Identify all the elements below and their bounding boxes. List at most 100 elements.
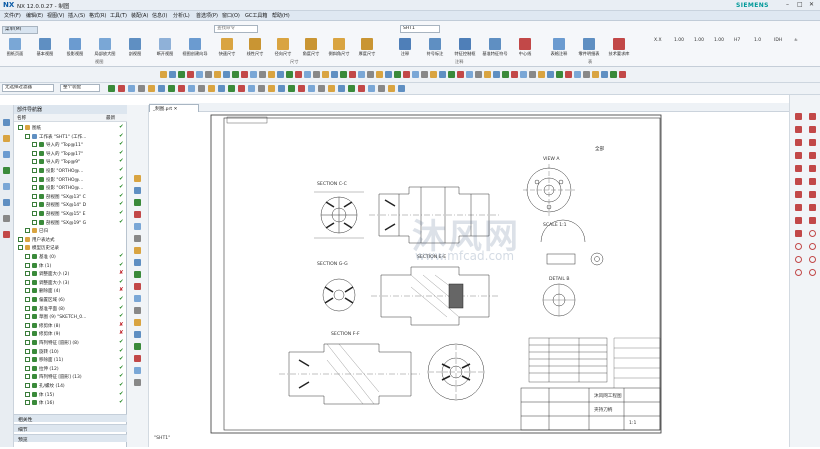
- toolbar-tool-icon[interactable]: [322, 71, 329, 78]
- ribbon-btn-parts-list[interactable]: 零件明细表: [576, 38, 602, 56]
- snap-tool-icon[interactable]: [388, 85, 395, 92]
- ribbon-btn-view-wizard[interactable]: 视图创建向导: [182, 38, 208, 56]
- navigator-item[interactable]: 图纸 ✔: [14, 124, 127, 132]
- navigator-item[interactable]: 基准平面 (8) ✔: [14, 305, 127, 313]
- ribbon-btn-table[interactable]: 表格注释: [546, 38, 572, 56]
- curve-tool-icon[interactable]: [795, 256, 802, 263]
- visibility-checkbox[interactable]: [25, 331, 30, 337]
- side-tool-icon[interactable]: [134, 307, 141, 314]
- command-search-input[interactable]: 查找命令: [214, 25, 258, 33]
- toolbar-tool-icon[interactable]: [466, 71, 473, 78]
- side-tool-icon[interactable]: [134, 367, 141, 374]
- curve-tool-icon[interactable]: [795, 178, 802, 185]
- navigator-item[interactable]: 工作表 "SHT1" (工作... ✔: [14, 133, 127, 141]
- toolbar-tool-icon[interactable]: [304, 71, 311, 78]
- ribbon-btn-projected-view[interactable]: 投影视图: [62, 38, 88, 56]
- snap-tool-icon[interactable]: [218, 85, 225, 92]
- toolbar-tool-icon[interactable]: [187, 71, 194, 78]
- visibility-checkbox[interactable]: [32, 193, 37, 199]
- snap-tool-icon[interactable]: [258, 85, 265, 92]
- side-tool-icon[interactable]: [134, 187, 141, 194]
- toolbar-tool-icon[interactable]: [277, 71, 284, 78]
- toolbar-tool-icon[interactable]: [430, 71, 437, 78]
- toolbar-tool-icon[interactable]: [241, 71, 248, 78]
- visibility-checkbox[interactable]: [32, 150, 37, 156]
- navigator-item[interactable]: 旋转 (10) ✔: [14, 348, 127, 356]
- visibility-checkbox[interactable]: [25, 254, 30, 259]
- snap-tool-icon[interactable]: [358, 85, 365, 92]
- navigator-item[interactable]: 阵列特征 [圆形] (8) ✔: [14, 339, 127, 347]
- tolerance-toolbar[interactable]: X.X 1.00 1.00 1.00 H7 1.0 IDH ±: [650, 35, 820, 57]
- snap-tool-icon[interactable]: [248, 85, 255, 92]
- dependencies-panel[interactable]: 相关性: [14, 414, 127, 423]
- curve-tool-icon[interactable]: [795, 139, 802, 146]
- navigator-item[interactable]: 修剪体 (8) ✘: [14, 322, 127, 330]
- column-name[interactable]: 名称: [17, 115, 26, 121]
- navigator-item[interactable]: 导入的 "Top@9" ✔: [14, 158, 127, 166]
- curve-tool-icon[interactable]: [809, 139, 816, 146]
- roles-icon[interactable]: [3, 231, 10, 238]
- menu-button[interactable]: 菜单(M): [2, 26, 38, 34]
- navigator-item[interactable]: 体 (16) ✔: [14, 399, 127, 407]
- curve-tool-icon[interactable]: [795, 126, 802, 133]
- visibility-checkbox[interactable]: [32, 168, 37, 173]
- menu-info[interactable]: 信息(I): [152, 12, 167, 19]
- toolbar-tool-icon[interactable]: [205, 71, 212, 78]
- curve-tool-icon[interactable]: [809, 269, 816, 276]
- reuse-library-icon[interactable]: [3, 167, 10, 174]
- snap-tool-icon[interactable]: [378, 85, 385, 92]
- menu-analysis[interactable]: 分析(L): [173, 12, 190, 19]
- toolbar-tool-icon[interactable]: [610, 71, 617, 78]
- navigator-item[interactable]: 拉伸 (12) ✔: [14, 365, 127, 373]
- curve-tool-icon[interactable]: [795, 243, 802, 250]
- sheet-selector[interactable]: SHT1: [400, 25, 440, 33]
- snap-tool-icon[interactable]: [288, 85, 295, 92]
- navigator-item[interactable]: 剖视图 "SX@13" C ✔: [14, 193, 127, 201]
- visibility-checkbox[interactable]: [32, 176, 37, 182]
- toolbar-tool-icon[interactable]: [403, 71, 410, 78]
- side-tool-icon[interactable]: [134, 283, 141, 290]
- toolbar-tool-icon[interactable]: [295, 71, 302, 78]
- navigator-item[interactable]: 已归: [14, 227, 127, 235]
- ribbon-btn-rapid-dim[interactable]: 快速尺寸: [214, 38, 240, 56]
- side-tool-icon[interactable]: [134, 235, 141, 242]
- navigator-item[interactable]: 孔/螺纹 (14) ✔: [14, 382, 127, 390]
- navigator-item[interactable]: 剖视图 "SX@14" D ✔: [14, 201, 127, 209]
- drawing-tab[interactable]: _制图.prt ✕: [149, 104, 199, 112]
- toolbar-tool-icon[interactable]: [259, 71, 266, 78]
- ribbon-btn-symbol[interactable]: 符号标注: [422, 38, 448, 56]
- navigator-item[interactable]: 模型历史记录: [14, 244, 127, 252]
- curve-tool-icon[interactable]: [795, 191, 802, 198]
- visibility-checkbox[interactable]: [25, 391, 30, 397]
- navigator-item[interactable]: 投影 "ORTHO@... ✔: [14, 176, 127, 184]
- navigator-item[interactable]: 用户表达式: [14, 236, 127, 244]
- navigator-item[interactable]: 偏置区域 (6) ✔: [14, 296, 127, 304]
- toolbar-tool-icon[interactable]: [349, 71, 356, 78]
- curve-tool-icon[interactable]: [809, 204, 816, 211]
- visibility-checkbox[interactable]: [25, 228, 30, 234]
- navigator-item[interactable]: 调整面大小 (3) ✔: [14, 279, 127, 287]
- toolbar-tool-icon[interactable]: [583, 71, 590, 78]
- toolbar-tool-icon[interactable]: [169, 71, 176, 78]
- snap-tool-icon[interactable]: [128, 85, 135, 92]
- visibility-checkbox[interactable]: [25, 288, 30, 294]
- toolbar-tool-icon[interactable]: [376, 71, 383, 78]
- toolbar-tool-icon[interactable]: [547, 71, 554, 78]
- snap-tool-icon[interactable]: [148, 85, 155, 92]
- snap-tool-icon[interactable]: [368, 85, 375, 92]
- toolbar-tool-icon[interactable]: [475, 71, 482, 78]
- curve-tool-icon[interactable]: [795, 204, 802, 211]
- snap-tool-icon[interactable]: [398, 85, 405, 92]
- assembly-navigator-icon[interactable]: [3, 135, 10, 142]
- ribbon-btn-tech-req[interactable]: 技术要求库: [606, 38, 632, 56]
- toolbar-tool-icon[interactable]: [268, 71, 275, 78]
- side-tool-icon[interactable]: [134, 295, 141, 302]
- toolbar-tool-icon[interactable]: [511, 71, 518, 78]
- visibility-checkbox[interactable]: [18, 125, 23, 130]
- visibility-checkbox[interactable]: [25, 322, 30, 328]
- constraint-navigator-icon[interactable]: [3, 151, 10, 158]
- navigator-item[interactable]: 导入的 "Top@17" ✔: [14, 150, 127, 158]
- toolbar-tool-icon[interactable]: [448, 71, 455, 78]
- ribbon-btn-sheet[interactable]: 图纸页面: [2, 38, 28, 56]
- toolbar-tool-icon[interactable]: [556, 71, 563, 78]
